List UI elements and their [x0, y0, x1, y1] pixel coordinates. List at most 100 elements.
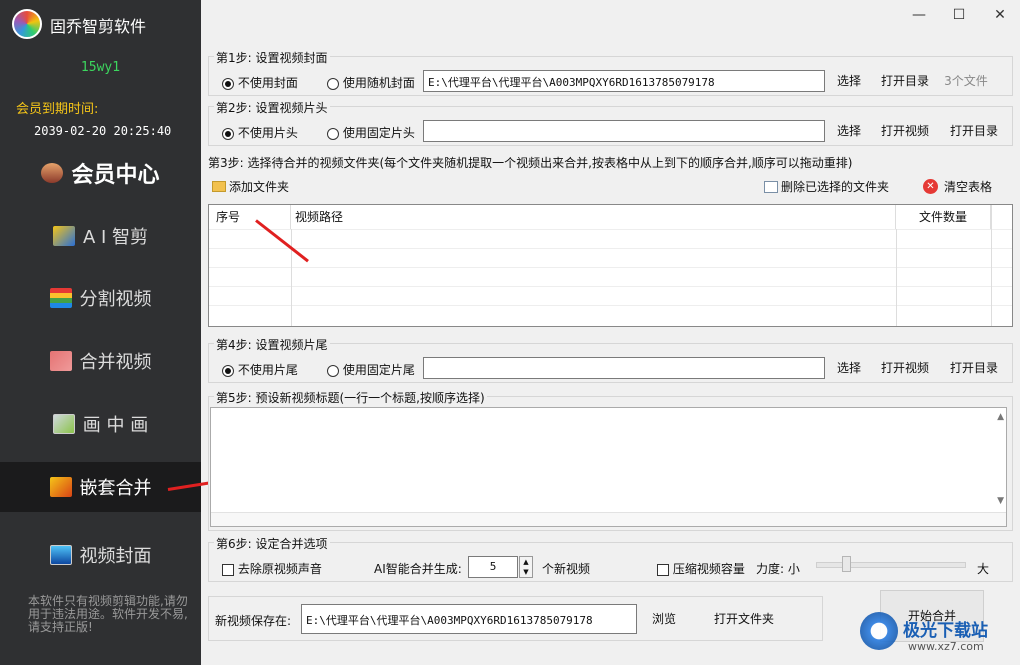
radio-dot	[327, 364, 339, 377]
nav-label: 合并视频	[79, 352, 152, 373]
step6-label: 第6步: 设定合并选项	[214, 535, 330, 552]
nav-video-cover[interactable]: 视频封面	[0, 530, 201, 580]
table-row	[209, 286, 1012, 305]
strength-slider-track[interactable]	[816, 562, 966, 568]
vip-expiry-date: 2039-02-20 20:25:40	[34, 124, 172, 138]
step1-label: 第1步: 设置视频封面	[214, 49, 330, 66]
nav-label: 画 中 画	[82, 415, 149, 436]
step4-label: 第4步: 设置视频片尾	[214, 336, 330, 353]
step4-open-video-button[interactable]: 打开视频	[875, 357, 935, 379]
step5-label: 第5步: 预设新视频标题(一行一个标题,按顺序选择)	[214, 389, 487, 406]
step4-no-outro-radio[interactable]: 不使用片尾	[222, 361, 298, 378]
vip-person-icon	[41, 163, 64, 183]
clear-table-button[interactable]: ✕ 清空表格	[923, 178, 992, 195]
step2-label: 第2步: 设置视频片头	[214, 99, 330, 116]
delete-folder-icon	[764, 180, 778, 193]
clear-x-icon: ✕	[923, 179, 938, 194]
sidebar: 固乔智剪软件 15wy1 会员到期时间: 2039-02-20 20:25:40…	[0, 0, 201, 665]
nav-label: 分割视频	[79, 289, 152, 310]
pip-icon	[52, 414, 75, 434]
ai-count-input[interactable]: 5	[468, 556, 518, 578]
table-row	[209, 248, 1012, 267]
step2-select-button[interactable]: 选择	[832, 120, 866, 142]
nav-ai-cut[interactable]: A I 智剪	[0, 211, 201, 261]
step4-open-dir-button[interactable]: 打开目录	[944, 357, 1004, 379]
checkbox-box	[657, 563, 669, 576]
step1-open-dir-button[interactable]: 打开目录	[875, 70, 935, 92]
checkbox-label: 压缩视频容量	[672, 562, 745, 576]
radio-dot	[327, 127, 339, 140]
step2-fixed-intro-radio[interactable]: 使用固定片头	[327, 124, 415, 141]
ai-wand-icon	[52, 226, 75, 246]
strength-label: 力度: 小	[756, 562, 800, 576]
save-location-label: 新视频保存在:	[215, 614, 292, 628]
step2-no-intro-radio[interactable]: 不使用片头	[222, 124, 298, 141]
folder-table[interactable]: 序号 视频路径 文件数量	[208, 204, 1013, 327]
browse-button[interactable]: 浏览	[644, 608, 684, 630]
delete-selected-label: 删除已选择的文件夹	[781, 180, 890, 194]
column-header-video-path[interactable]: 视频路径	[291, 205, 896, 229]
step1-random-cover-radio[interactable]: 使用随机封面	[327, 74, 415, 91]
radio-dot	[222, 364, 234, 377]
step2-open-video-button[interactable]: 打开视频	[875, 120, 935, 142]
maximize-button[interactable]: ☐	[944, 4, 974, 26]
add-folder-button[interactable]: 添加文件夹	[212, 178, 289, 195]
step2-intro-path-input[interactable]	[423, 120, 825, 142]
radio-label: 使用固定片头	[342, 126, 415, 140]
step1-select-button[interactable]: 选择	[832, 70, 866, 92]
scroll-up-icon[interactable]: ▲	[997, 412, 1004, 422]
open-folder-button[interactable]: 打开文件夹	[704, 608, 784, 630]
column-divider	[291, 229, 292, 326]
horizontal-scrollbar[interactable]	[211, 512, 1006, 526]
disclaimer-note: 本软件只有视频剪辑功能,请勿用于违法用途。软件开发不易,请支持正版!	[28, 594, 188, 634]
app-logo	[12, 9, 42, 39]
radio-dot	[222, 127, 234, 140]
step2-open-dir-button[interactable]: 打开目录	[944, 120, 1004, 142]
nav-split-video[interactable]: 分割视频	[0, 273, 201, 323]
checkbox-label: 去除原视频声音	[237, 562, 322, 576]
radio-dot	[222, 77, 234, 90]
delete-selected-folder-button[interactable]: 删除已选择的文件夹	[764, 178, 889, 195]
column-header-file-count[interactable]: 文件数量	[896, 205, 991, 229]
video-titles-textarea[interactable]: ▲ ▼	[210, 407, 1007, 527]
watermark-url: www.xz7.com	[908, 640, 984, 653]
radio-label: 使用随机封面	[342, 76, 415, 90]
column-divider	[991, 205, 992, 326]
strength-slider-thumb[interactable]	[842, 556, 851, 572]
merge-video-icon	[49, 351, 72, 371]
table-row	[209, 305, 1012, 324]
video-cover-icon	[49, 545, 72, 565]
nav-label: 嵌套合并	[79, 478, 152, 499]
step4-outro-path-input[interactable]	[423, 357, 825, 379]
app-title: 固乔智剪软件	[50, 17, 147, 36]
scroll-down-icon[interactable]: ▼	[997, 496, 1004, 506]
save-path-input[interactable]: E:\代理平台\代理平台\A003MPQXY6RD1613785079178	[301, 604, 637, 634]
radio-label: 不使用封面	[237, 76, 298, 90]
nav-picture-in-picture[interactable]: 画 中 画	[0, 399, 201, 449]
table-row	[209, 229, 1012, 248]
minimize-button[interactable]: —	[904, 4, 934, 26]
add-folder-label: 添加文件夹	[229, 180, 290, 194]
column-divider	[896, 229, 897, 326]
step1-cover-path-input[interactable]: E:\代理平台\代理平台\A003MPQXY6RD1613785079178	[423, 70, 825, 92]
nested-merge-icon	[49, 477, 72, 497]
close-button[interactable]: ✕	[985, 4, 1015, 26]
ai-count-stepper[interactable]: ▲ ▼	[519, 556, 533, 578]
nav-vip-label: 会员中心	[71, 162, 160, 188]
nav-label: A I 智剪	[82, 227, 149, 248]
column-header-index[interactable]: 序号	[209, 205, 291, 229]
radio-dot	[327, 77, 339, 90]
radio-label: 不使用片头	[237, 126, 298, 140]
step1-no-cover-radio[interactable]: 不使用封面	[222, 74, 298, 91]
compress-checkbox[interactable]: 压缩视频容量	[657, 560, 745, 577]
nav-vip-center[interactable]: 会员中心	[0, 148, 201, 198]
table-row	[209, 267, 1012, 286]
watermark-brand: 极光下载站	[903, 621, 988, 641]
remove-audio-checkbox[interactable]: 去除原视频声音	[222, 560, 322, 577]
step4-select-button[interactable]: 选择	[832, 357, 866, 379]
folder-add-icon	[212, 181, 226, 192]
watermark-logo-icon	[860, 612, 898, 650]
step4-fixed-outro-radio[interactable]: 使用固定片尾	[327, 361, 415, 378]
nav-merge-video[interactable]: 合并视频	[0, 336, 201, 386]
radio-label: 使用固定片尾	[342, 363, 415, 377]
